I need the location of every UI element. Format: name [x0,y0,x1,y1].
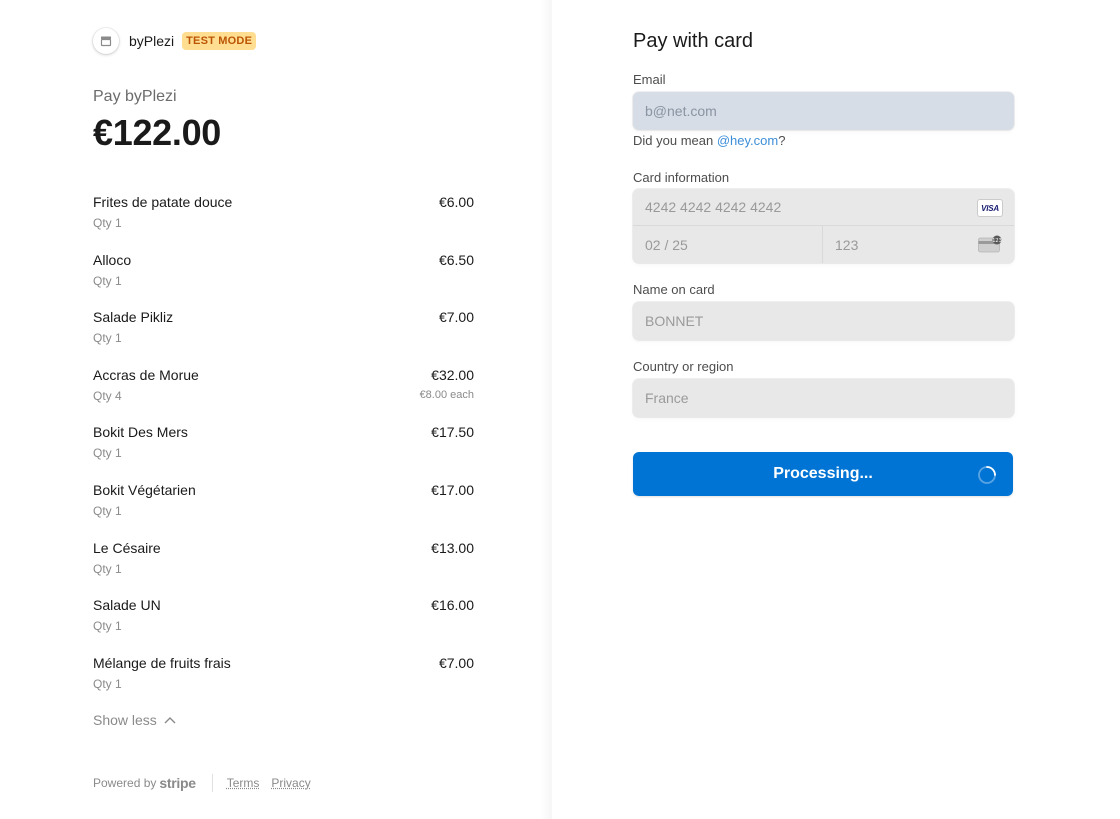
footer: Powered by stripe Terms Privacy [93,774,323,792]
item-price: €7.00 [438,309,474,326]
item-price: €13.00 [431,539,474,556]
item-unit-price: €8.00 each [419,388,474,401]
card-expiry-field[interactable]: 02 / 25 [633,226,823,263]
card-cvc-value: 123 [835,236,859,253]
item-price: €16.00 [431,597,474,614]
terms-link[interactable]: Terms [227,776,260,790]
line-item: Alloco Qty 1 €6.50 [93,252,474,310]
country-label: Country or region [633,359,734,374]
item-name: Alloco [93,251,132,268]
line-items-list: Frites de patate douce Qty 1 €6.00 Alloc… [93,194,474,712]
svg-text:123: 123 [992,238,1002,244]
footer-divider [211,774,213,792]
line-item: Frites de patate douce Qty 1 €6.00 [93,194,474,252]
store-icon [93,28,119,54]
email-label: Email [633,72,666,87]
card-info-group: 4242 4242 4242 4242 VISA 02 / 25 123 123 [633,189,1014,263]
pay-button-label: Processing... [773,465,873,482]
pay-merchant-label: Pay byPlezi [93,88,177,105]
item-qty: Qty 1 [93,446,122,461]
suggestion-suffix: ? [778,133,786,148]
item-price: €6.50 [438,251,474,268]
email-field[interactable]: b@net.com [633,92,1014,130]
card-cvc-field[interactable]: 123 123 [823,226,1014,263]
item-price: €6.00 [438,194,474,210]
item-name: Bokit Des Mers [93,424,188,441]
card-row-expiry-cvc: 02 / 25 123 123 [633,226,1014,263]
form-title: Pay with card [633,30,754,52]
line-item: Accras de Morue Qty 4 €32.00 €8.00 each [93,367,474,425]
item-name: Bokit Végétarien [93,481,196,498]
name-on-card-field[interactable]: BONNET [633,302,1014,340]
test-mode-badge: TEST MODE [182,32,257,50]
item-qty: Qty 1 [93,676,122,691]
item-qty: Qty 1 [93,561,122,576]
line-item: Salade Pikliz Qty 1 €7.00 [93,309,474,367]
line-item: Le Césaire Qty 1 €13.00 [93,540,474,598]
card-expiry-value: 02 / 25 [645,236,688,253]
email-suggestion: Did you mean @hey.com? [633,133,785,148]
item-name: Le Césaire [93,539,161,556]
card-number-value: 4242 4242 4242 4242 [645,199,782,215]
country-select[interactable]: France [633,379,1014,417]
item-name: Salade Pikliz [93,309,174,326]
item-qty: Qty 1 [93,331,122,346]
pay-button[interactable]: Processing... [633,452,1013,496]
privacy-link[interactable]: Privacy [271,776,310,790]
visa-icon: VISA [978,200,1002,216]
chevron-up-icon [164,717,176,724]
cvc-card-icon: 123 [978,235,1002,253]
item-price: €17.00 [431,481,474,498]
total-amount: €122.00 [93,112,222,153]
spinner-icon [978,466,996,484]
line-item: Bokit Végétarien Qty 1 €17.00 [93,482,474,540]
item-price: €7.00 [438,654,474,671]
powered-by-label: Powered by [93,776,157,790]
order-summary-panel: byPlezi TEST MODE Pay byPlezi €122.00 Fr… [0,0,552,819]
line-item: Mélange de fruits frais Qty 1 €7.00 [93,655,474,713]
name-on-card-label: Name on card [633,282,715,297]
payment-form-panel: Pay with card Email b@net.com Did you me… [552,0,1120,819]
item-price: €17.50 [431,424,474,441]
suggestion-link[interactable]: @hey.com [717,133,778,148]
line-item: Salade UN Qty 1 €16.00 [93,597,474,655]
merchant-header: byPlezi TEST MODE [93,28,257,54]
item-qty: Qty 1 [93,503,122,518]
card-info-label: Card information [633,170,730,185]
item-qty: Qty 1 [93,216,122,230]
merchant-name: byPlezi [129,33,175,49]
item-name: Accras de Morue [93,366,199,383]
suggestion-prefix: Did you mean [633,133,717,148]
item-name: Frites de patate douce [93,194,233,210]
item-qty: Qty 1 [93,273,122,288]
item-price: €32.00 [431,366,474,383]
line-item: Bokit Des Mers Qty 1 €17.50 [93,424,474,482]
show-less-label: Show less [93,712,157,728]
card-number-field[interactable]: 4242 4242 4242 4242 VISA [633,189,1014,226]
stripe-logo: stripe [159,775,196,791]
powered-by-stripe[interactable]: Powered by stripe [93,775,196,791]
item-name: Mélange de fruits frais [93,654,231,671]
item-qty: Qty 1 [93,619,122,634]
item-qty: Qty 4 [93,388,122,403]
show-less-button[interactable]: Show less [93,712,176,728]
item-name: Salade UN [93,597,161,614]
